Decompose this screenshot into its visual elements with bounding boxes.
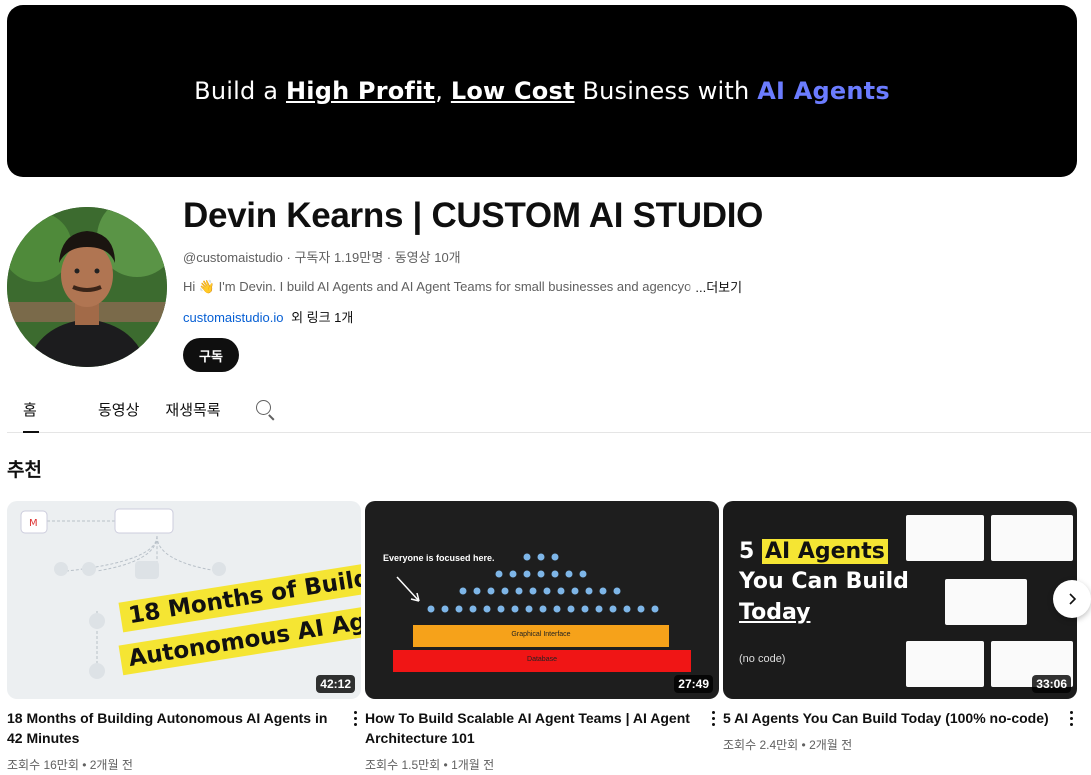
video-duration: 42:12 [316,675,355,693]
banner-part2: Business with [574,77,758,105]
chevron-right-icon [1069,593,1077,605]
video-meta: 조회수 16만회 • 2개월 전 [7,758,133,772]
thumb-workflow-screenshot [906,641,984,687]
banner-separator: , [435,77,451,105]
more-options-icon[interactable] [1063,708,1079,728]
video-title[interactable]: 18 Months of Building Autonomous AI Agen… [7,708,337,748]
video-thumbnail[interactable]: Everyone is focused here. Graphical Inte… [365,501,719,699]
channel-links: customaistudio.io 외 링크 1개 [183,307,353,326]
more-link[interactable]: ...더보기 [695,277,742,296]
description-faded: o [684,279,692,294]
carousel-next-button[interactable] [1053,580,1091,618]
video-title[interactable]: 5 AI Agents You Can Build Today (100% no… [723,708,1053,728]
banner-text: Build a High Profit, Low Cost Business w… [194,77,890,105]
banner-highlight-cost: Low Cost [450,77,575,105]
channel-tabs: 홈 동영상 재생목록 [7,385,1091,433]
more-links-link[interactable]: 외 링크 1개 [291,310,353,325]
avatar-image [7,207,167,367]
description-text: Hi 👋 I'm Devin. I build AI Agents and AI… [183,278,685,294]
more-options-icon[interactable] [347,708,363,728]
thumb-workflow-screenshot [945,579,1027,625]
video-thumbnail[interactable]: 5 AI Agents You Can Build Today (no code… [723,501,1077,699]
channel-avatar[interactable] [7,207,167,367]
thumb-label-interface: Graphical Interface [511,631,571,638]
channel-banner: Build a High Profit, Low Cost Business w… [7,5,1077,177]
video-card[interactable]: M 18 Months of Building Autonomous AI Ag… [7,501,361,772]
more-options-icon[interactable] [705,708,721,728]
banner-accent: AI Agents [757,77,890,105]
website-link[interactable]: customaistudio.io [183,310,283,325]
banner-highlight-profit: High Profit [285,77,436,105]
video-meta: 조회수 2.4만회 • 2개월 전 [723,738,853,752]
thumb-label-database: Database [527,656,557,663]
thumb-workflow-screenshot [906,515,984,561]
banner-part1: Build a [194,77,286,105]
video-duration: 33:06 [1032,675,1071,693]
video-title[interactable]: How To Build Scalable AI Agent Teams | A… [365,708,695,748]
thumb-subtext: (no code) [739,653,786,665]
tab-playlists[interactable]: 재생목록 [165,385,220,433]
tab-home[interactable]: 홈 [23,385,39,433]
search-icon[interactable] [255,398,277,421]
video-meta: 조회수 1.5만회 • 1개월 전 [365,758,495,772]
thumb-headline-1: 5 AI Agents [739,539,888,564]
thumb-headline-3: Today [739,600,811,625]
channel-description[interactable]: Hi 👋 I'm Devin. I build AI Agents and AI… [183,277,742,296]
thumb-workflow-screenshot [991,515,1073,561]
tab-videos[interactable]: 동영상 [98,385,139,433]
channel-meta: @customaistudio · 구독자 1.19만명 · 동영상 10개 [183,250,461,265]
people-pyramid-graphic [393,553,691,672]
section-title: 추천 [7,459,42,481]
video-thumbnail[interactable]: M 18 Months of Building Autonomous AI Ag… [7,501,361,699]
video-card[interactable]: 5 AI Agents You Can Build Today (no code… [723,501,1077,752]
channel-name: Devin Kearns | CUSTOM AI STUDIO [183,196,764,235]
svg-text:M: M [29,518,38,529]
subscribe-button[interactable]: 구독 [183,338,239,372]
video-duration: 27:49 [674,675,713,693]
thumb-headline-2: You Can Build [739,569,909,594]
video-card[interactable]: Everyone is focused here. Graphical Inte… [365,501,719,772]
